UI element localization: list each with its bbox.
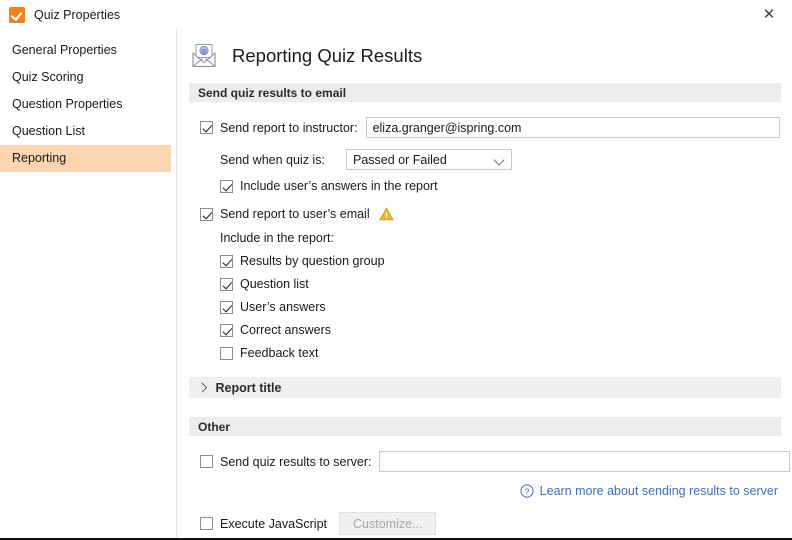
envelope-at-icon: @ <box>189 41 219 71</box>
include-users-answers-label[interactable]: Include user’s answers in the report <box>240 179 438 193</box>
include-item-correct-answers: Correct answers <box>178 323 792 337</box>
quiz-properties-dialog: Quiz Properties ✕ General Properties Qui… <box>0 0 792 540</box>
include-in-the-report-label: Include in the report: <box>220 231 334 245</box>
results-by-question-group-checkbox[interactable] <box>220 254 233 268</box>
chevron-down-icon <box>493 154 505 166</box>
send-results-to-server-row: Send quiz results to server: <box>178 451 792 472</box>
report-title-collapsible[interactable]: Report title <box>189 377 781 398</box>
include-item-results-by-question-group: Results by question group <box>178 254 792 268</box>
correct-answers-checkbox[interactable] <box>220 323 233 337</box>
include-item-feedback-text: Feedback text <box>178 346 792 360</box>
users-answers-checkbox[interactable] <box>220 300 233 314</box>
sidebar-item-question-properties[interactable]: Question Properties <box>0 91 171 118</box>
page-header: @ Reporting Quiz Results <box>178 29 792 71</box>
title-bar: Quiz Properties ✕ <box>0 0 792 30</box>
svg-text:@: @ <box>201 48 207 55</box>
customize-button[interactable]: Customize... <box>339 512 437 535</box>
feedback-text-label[interactable]: Feedback text <box>240 346 319 360</box>
chevron-right-icon <box>197 382 207 393</box>
report-title-label: Report title <box>215 380 282 395</box>
send-when-quiz-is-value: Passed or Failed <box>353 152 447 167</box>
svg-text:?: ? <box>524 486 529 496</box>
window-title: Quiz Properties <box>34 7 121 22</box>
sidebar: General Properties Quiz Scoring Question… <box>0 29 177 538</box>
sidebar-item-reporting[interactable]: Reporting <box>0 145 171 172</box>
users-answers-label[interactable]: User’s answers <box>240 300 326 314</box>
send-results-to-server-checkbox[interactable] <box>200 455 213 468</box>
correct-answers-label[interactable]: Correct answers <box>240 323 331 337</box>
instructor-email-input[interactable] <box>365 117 780 138</box>
page-title: Reporting Quiz Results <box>232 45 423 66</box>
section-header-other: Other <box>189 417 781 436</box>
include-item-users-answers: User’s answers <box>178 300 792 314</box>
feedback-text-checkbox[interactable] <box>220 346 233 360</box>
learn-more-row: ? Learn more about sending results to se… <box>178 484 792 498</box>
send-report-to-instructor-row: Send report to instructor: <box>178 117 792 138</box>
close-icon[interactable]: ✕ <box>746 0 792 29</box>
send-report-to-user-label[interactable]: Send report to user’s email <box>220 207 370 221</box>
server-url-input[interactable] <box>379 451 791 472</box>
sidebar-item-question-list[interactable]: Question List <box>0 118 171 145</box>
send-when-quiz-is-select[interactable]: Passed or Failed <box>346 149 512 170</box>
send-report-to-instructor-label[interactable]: Send report to instructor: <box>220 121 358 135</box>
quiz-checkbox-icon <box>9 6 25 23</box>
section-header-email: Send quiz results to email <box>189 83 781 102</box>
learn-more-link[interactable]: Learn more about sending results to serv… <box>540 484 778 498</box>
send-when-quiz-is-label: Send when quiz is: <box>220 152 325 167</box>
execute-javascript-checkbox[interactable] <box>200 517 213 530</box>
warning-triangle-icon <box>379 207 394 221</box>
execute-javascript-row: Execute JavaScript Customize... <box>178 512 792 535</box>
send-results-to-server-label[interactable]: Send quiz results to server: <box>220 455 371 469</box>
results-by-question-group-label[interactable]: Results by question group <box>240 254 385 268</box>
main-panel: @ Reporting Quiz Results Send quiz resul… <box>178 29 792 538</box>
question-list-label[interactable]: Question list <box>240 277 309 291</box>
send-when-quiz-is-row: Send when quiz is: Passed or Failed <box>178 149 792 170</box>
sidebar-item-general-properties[interactable]: General Properties <box>0 37 171 64</box>
question-list-checkbox[interactable] <box>220 277 233 291</box>
include-users-answers-row: Include user’s answers in the report <box>178 179 792 193</box>
include-users-answers-checkbox[interactable] <box>220 179 233 193</box>
send-report-to-user-checkbox[interactable] <box>200 207 213 221</box>
help-circle-icon: ? <box>520 484 534 498</box>
send-report-to-instructor-checkbox[interactable] <box>200 121 213 134</box>
execute-javascript-label[interactable]: Execute JavaScript <box>220 517 327 531</box>
send-report-to-user-row: Send report to user’s email <box>178 207 792 221</box>
sidebar-item-quiz-scoring[interactable]: Quiz Scoring <box>0 64 171 91</box>
include-in-the-report-heading: Include in the report: <box>178 231 792 245</box>
include-item-question-list: Question list <box>178 277 792 291</box>
